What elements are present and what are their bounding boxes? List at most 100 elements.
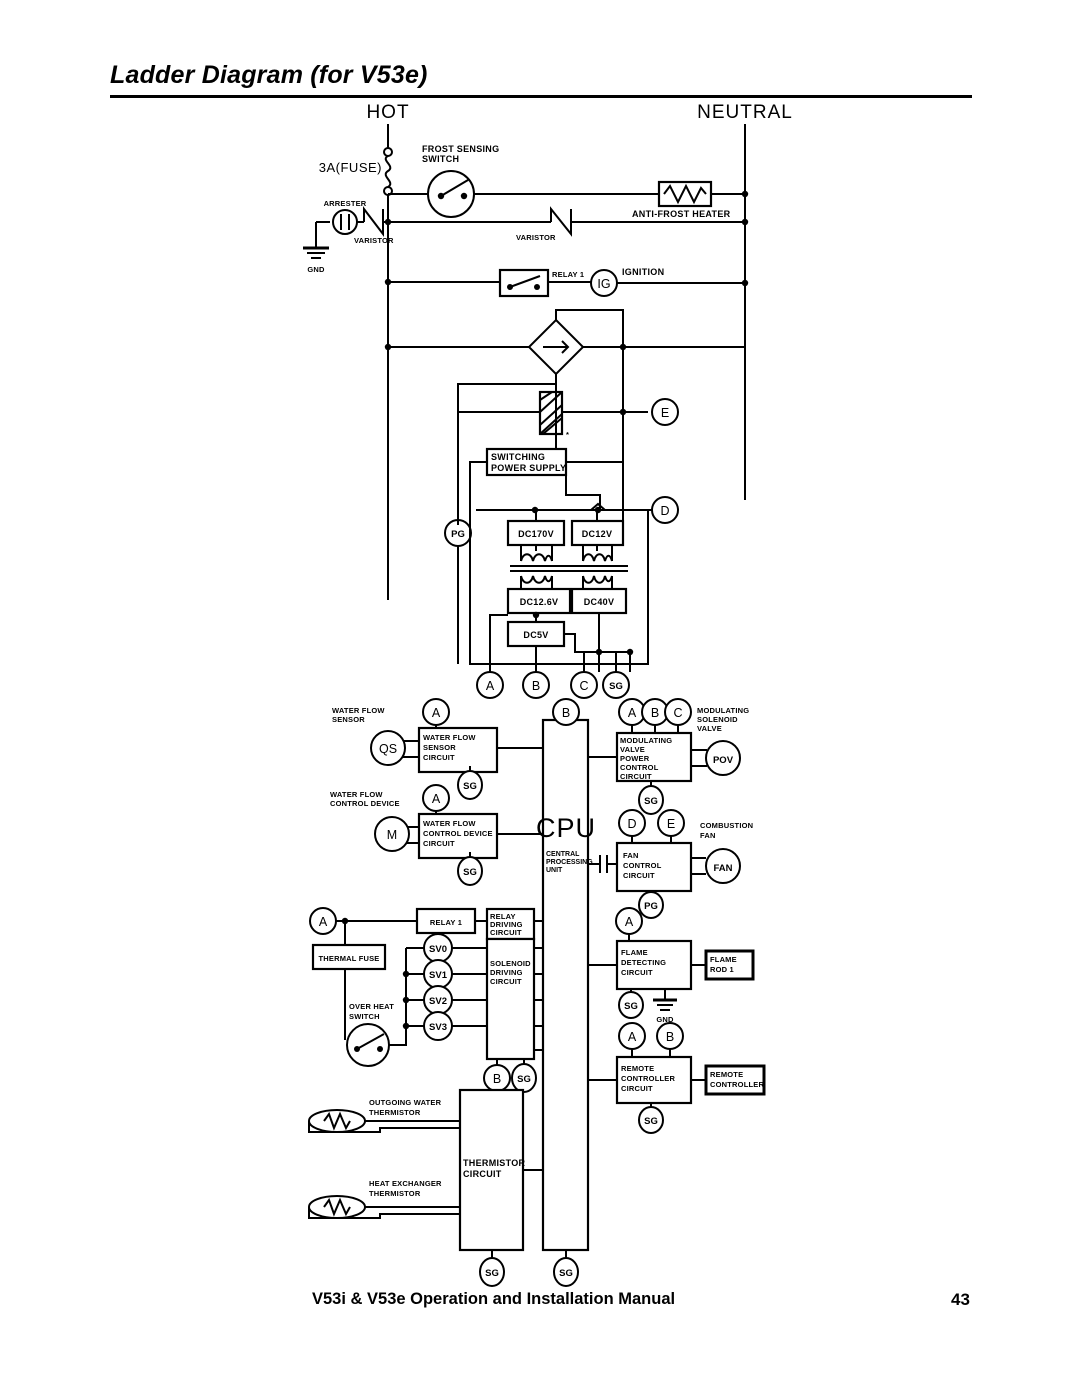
sv-bus-junction-2 bbox=[402, 996, 410, 1004]
flame-rod-box: FLAME ROD 1 bbox=[704, 949, 755, 981]
solenoid-driving-line2: DRIVING bbox=[490, 968, 523, 977]
arrester-symbol bbox=[332, 209, 358, 235]
anti-frost-heater-label: ANTI-FROST HEATER bbox=[632, 209, 731, 219]
node-pg-fan-label: PG bbox=[644, 901, 658, 912]
rung2-neutral-junction bbox=[741, 218, 749, 226]
dc-box-label-2: DC12.6V bbox=[520, 597, 559, 607]
node-b-solenoid-label: B bbox=[493, 1072, 501, 1086]
wfs-circuit-line3: CIRCUIT bbox=[423, 753, 455, 762]
node-sg-flame-label: SG bbox=[624, 1001, 638, 1012]
wfc-circuit-line2: CONTROL DEVICE bbox=[423, 829, 493, 838]
outgoing-thermistor-line1: OUTGOING WATER bbox=[369, 1098, 442, 1107]
mod-circuit-line4: CONTROL bbox=[620, 763, 659, 772]
sps-feedback-wire bbox=[565, 462, 601, 510]
thermal-fuse-label: THERMAL FUSE bbox=[318, 954, 379, 963]
water-flow-sensor-label-line1: WATER FLOW bbox=[332, 706, 385, 715]
dc-box-label-3: DC40V bbox=[584, 597, 615, 607]
node-b-mod-label: B bbox=[651, 706, 659, 720]
ladder-diagram: HOT NEUTRAL 3A(FUSE) FROST SENSING SWITC… bbox=[303, 102, 792, 1287]
footer-manual-title: V53i & V53e Operation and Installation M… bbox=[312, 1290, 676, 1308]
solenoid-sv0: SV0 bbox=[423, 933, 453, 963]
relay1-contact-symbol bbox=[498, 268, 550, 298]
node-a-wfc-label: A bbox=[432, 792, 441, 806]
dc-box-dc12v: DC12V bbox=[570, 519, 625, 547]
dc5v-return bbox=[564, 633, 630, 653]
varistor-label-left: VARISTOR bbox=[354, 236, 394, 245]
solenoid-sv1-label: SV1 bbox=[429, 970, 448, 981]
dc-box-label-1: DC12V bbox=[582, 529, 613, 539]
gnd-symbol-flame bbox=[653, 989, 677, 1011]
node-sg-psu: SG bbox=[602, 671, 630, 699]
thermistor-circuit-box: THERMISTOR CIRCUIT bbox=[458, 1088, 525, 1252]
node-e-label: E bbox=[661, 406, 669, 420]
sps-label-line2: POWER SUPPLY bbox=[491, 463, 566, 473]
flame-rod-line2: ROD 1 bbox=[710, 965, 734, 974]
node-a-mod-label: A bbox=[628, 706, 637, 720]
node-a-remote: A bbox=[618, 1022, 646, 1050]
node-e-fan-label: E bbox=[667, 817, 675, 831]
solenoid-sv0-label: SV0 bbox=[429, 944, 447, 955]
flame-circuit-line3: CIRCUIT bbox=[621, 968, 653, 977]
outgoing-thermistor-line2: THERMISTOR bbox=[369, 1108, 421, 1117]
relay-driving-circuit-box: RELAY DRIVING CIRCUIT bbox=[485, 907, 536, 941]
node-d-symbol: D bbox=[651, 496, 679, 524]
cpu-sub-line3: UNIT bbox=[546, 867, 563, 874]
motor-label: M bbox=[387, 828, 397, 842]
solenoid-driving-circuit-box: SOLENOID DRIVING CIRCUIT bbox=[485, 937, 536, 1061]
link-asterisk: * bbox=[566, 430, 569, 439]
node-sg-psu-label: SG bbox=[609, 681, 623, 692]
rectifier-hot-junction bbox=[384, 343, 392, 351]
mod-circuit-line2: VALVE bbox=[620, 745, 645, 754]
frost-sensing-switch-label-line1: FROST SENSING bbox=[422, 144, 499, 154]
frost-sensing-switch bbox=[427, 170, 475, 218]
remote-circuit-line3: CIRCUIT bbox=[621, 1084, 653, 1093]
solenoid-sv3-label: SV3 bbox=[429, 1022, 447, 1033]
sps-left-wire bbox=[469, 461, 487, 525]
cpu-block: CPU CENTRAL PROCESSING UNIT bbox=[536, 718, 595, 1252]
gnd-label-left: GND bbox=[307, 265, 325, 274]
solenoid-sv2-label: SV2 bbox=[429, 996, 447, 1007]
ignition-node-label: IG bbox=[597, 277, 610, 291]
fan-circuit-line3: CIRCUIT bbox=[623, 871, 655, 880]
node-c-mod-label: C bbox=[673, 706, 682, 720]
node-e-symbol: E bbox=[651, 398, 679, 426]
motor-symbol: M bbox=[374, 816, 410, 852]
node-d-fan-label: D bbox=[627, 817, 636, 831]
node-a-psu: A bbox=[476, 671, 504, 699]
node-a-wfc: A bbox=[422, 784, 450, 812]
node-sg-remote-label: SG bbox=[644, 1116, 658, 1127]
node-a-relay-label: A bbox=[319, 915, 328, 929]
node-b-cpu: B bbox=[552, 698, 580, 726]
hatched-link-symbol bbox=[538, 390, 564, 436]
over-heat-switch-line1: OVER HEAT bbox=[349, 1002, 394, 1011]
node-b-psu-label: B bbox=[532, 679, 540, 693]
fan-circuit-line1: FAN bbox=[623, 851, 639, 860]
cpu-sub-line1: CENTRAL bbox=[546, 851, 580, 858]
gnd-symbol-left bbox=[303, 222, 329, 259]
node-a-flame: A bbox=[615, 907, 643, 935]
node-sg-thermistor: SG bbox=[479, 1257, 505, 1287]
heat-exchanger-thermistor-line1: HEAT EXCHANGER bbox=[369, 1179, 442, 1188]
relay1-coil-box: RELAY 1 bbox=[415, 907, 477, 935]
overheat-to-solenoid-bus bbox=[389, 948, 407, 1046]
sv-bus-junction-3 bbox=[402, 1022, 410, 1030]
anti-frost-heater-symbol bbox=[657, 180, 713, 208]
water-flow-ctrl-label-line1: WATER FLOW bbox=[330, 790, 383, 799]
combustion-fan-label-line2: FAN bbox=[700, 831, 716, 840]
dc-box-dc5v: DC5V bbox=[506, 620, 566, 648]
frost-sensing-switch-label-line2: SWITCH bbox=[422, 154, 459, 164]
node-b-remote-label: B bbox=[666, 1030, 674, 1044]
node-a-flame-label: A bbox=[625, 915, 634, 929]
varistor-label-mid: VARISTOR bbox=[516, 233, 556, 242]
modulating-valve-circuit-box: MODULATING VALVE POWER CONTROL CIRCUIT bbox=[615, 731, 693, 783]
fan-symbol-label: FAN bbox=[714, 863, 733, 874]
node-a-relay: A bbox=[309, 907, 337, 935]
remote-device-line2: CONTROLLER bbox=[710, 1080, 764, 1089]
node-sg-cpu: SG bbox=[553, 1257, 579, 1287]
qs-sensor-label: QS bbox=[379, 742, 397, 756]
flame-circuit-line2: DETECTING bbox=[621, 958, 666, 967]
node-sg-wfs-label: SG bbox=[463, 781, 477, 792]
wfc-circuit-line3: CIRCUIT bbox=[423, 839, 455, 848]
pov-valve-label: POV bbox=[713, 755, 734, 766]
relay1-coil-label: RELAY 1 bbox=[430, 918, 462, 927]
